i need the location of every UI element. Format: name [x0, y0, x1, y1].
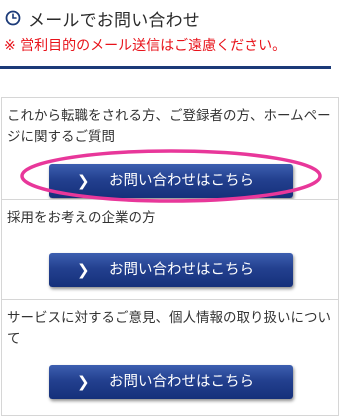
chevron-right-icon: ❯ — [77, 172, 90, 190]
contact-button-employer[interactable]: ❯ お問い合わせはこちら — [49, 253, 293, 287]
contact-button-label: お問い合わせはこちら — [109, 173, 254, 189]
commercial-notice: ※ 営利目的のメール送信はご遠慮ください。 — [4, 38, 287, 54]
contact-button-label: お問い合わせはこちら — [109, 374, 254, 390]
chevron-right-icon: ❯ — [77, 261, 90, 279]
page-title: メールでお問い合わせ — [28, 10, 200, 31]
contact-header: メールでお問い合わせ ※ 営利目的のメール送信はご遠慮ください。 — [0, 0, 342, 70]
header-divider — [0, 66, 331, 69]
contact-button-label: お問い合わせはこちら — [109, 262, 254, 278]
chevron-right-icon: ❯ — [77, 373, 90, 391]
section-description: サービスに対するご意見、個人情報の取り扱いについて — [7, 310, 331, 347]
clock-icon — [4, 9, 22, 27]
title-row: メールでお問い合わせ — [4, 6, 200, 31]
contact-button-jobseeker[interactable]: ❯ お問い合わせはこちら — [49, 164, 293, 198]
contact-button-service[interactable]: ❯ お問い合わせはこちら — [49, 365, 293, 399]
section-description: これから転職をされる方、ご登録者の方、ホームページに関するご質問 — [7, 108, 331, 145]
contact-page: メールでお問い合わせ ※ 営利目的のメール送信はご遠慮ください。 これから転職を… — [0, 0, 342, 416]
section-description: 採用をお考えの企業の方 — [7, 210, 156, 226]
